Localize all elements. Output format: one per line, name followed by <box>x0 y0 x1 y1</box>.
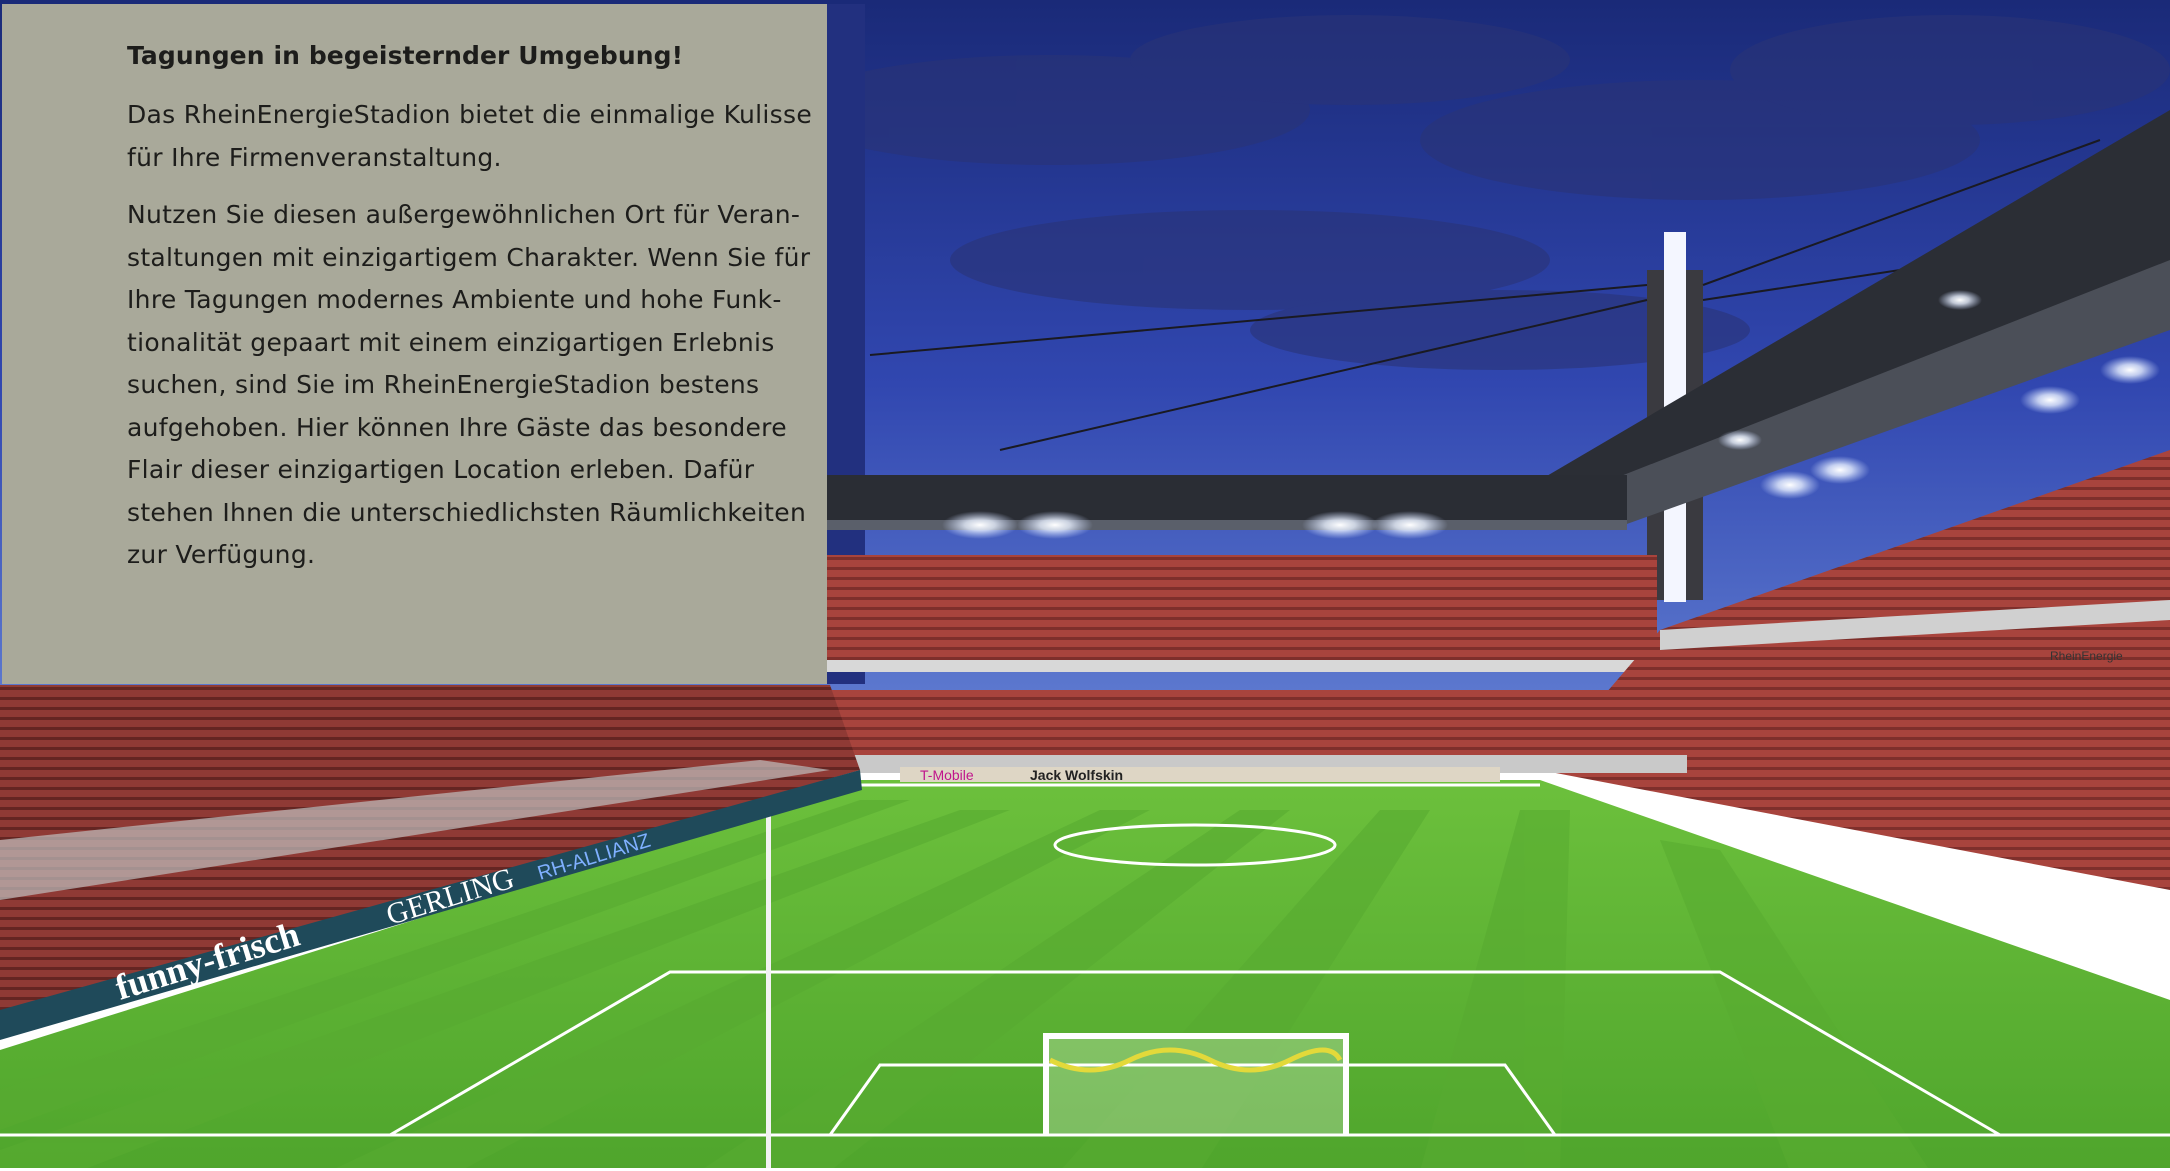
goal <box>1043 1033 1349 1135</box>
article-heading: Tagungen in begeisternder Umgebung! <box>127 41 684 70</box>
body-line: zur Verfügung. <box>127 540 316 569</box>
body-line: Ihre Tagungen modernes Ambiente und hohe… <box>127 285 782 314</box>
board-rheinenergie: RheinEnergie <box>2050 649 2123 663</box>
flag-pole <box>766 800 771 1171</box>
body-paragraph: Nutzen Sie diesen außergewöhnlichen Ort … <box>127 194 811 577</box>
intro-line: für Ihre Firmenveranstaltung. <box>127 142 502 172</box>
body-line: Flair dieser einzigartigen Location erle… <box>127 455 755 484</box>
board-t-mobile: T-Mobile <box>920 767 974 783</box>
body-line: staltungen mit einzigartigem Charakter. … <box>127 242 811 272</box>
body-line: stehen Ihnen die unterschiedlichsten Räu… <box>127 497 807 527</box>
far-stand-upper <box>827 555 1657 660</box>
intro-line: Das RheinEnergieStadion bietet die einma… <box>127 100 812 129</box>
body-line: suchen, sind Sie im RheinEnergieStadion … <box>127 370 760 399</box>
intro-paragraph: Das RheinEnergieStadion bietet die einma… <box>127 94 812 179</box>
body-line: aufgehoben. Hier können Ihre Gäste das b… <box>127 412 787 442</box>
body-line: tionalität gepaart mit einem einzigartig… <box>127 327 775 357</box>
text-panel: Tagungen in begeisternder Umgebung! Das … <box>2 4 827 684</box>
board-jack-wolfskin: Jack Wolfskin <box>1030 767 1123 783</box>
body-line: Nutzen Sie diesen außergewöhnlichen Ort … <box>127 200 801 229</box>
